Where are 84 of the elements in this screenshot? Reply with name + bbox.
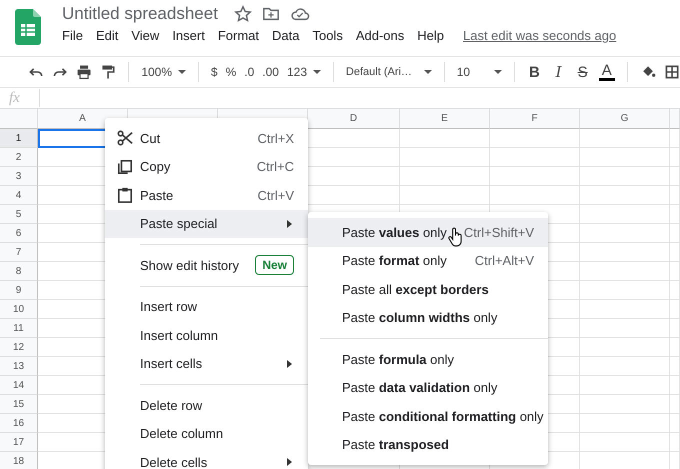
row-header[interactable]: 15 [0, 395, 38, 414]
row-header[interactable]: 13 [0, 357, 38, 376]
menu-item[interactable]: Insert cells [105, 350, 308, 378]
menu-item[interactable]: Format [218, 28, 259, 43]
row-header[interactable]: 14 [0, 376, 38, 395]
column-header[interactable]: E [400, 109, 490, 129]
menu-item[interactable]: View [131, 28, 160, 43]
caret-icon [494, 70, 502, 74]
borders-icon[interactable] [664, 63, 680, 81]
zoom-dropdown[interactable]: 100% [141, 65, 186, 79]
menu-item[interactable]: Paste formula only [308, 345, 548, 374]
menu-item[interactable]: Tools [312, 28, 343, 43]
submenu-arrow-icon [287, 220, 292, 228]
row-header[interactable]: 16 [0, 414, 38, 433]
row-header[interactable]: 12 [0, 338, 38, 357]
row-header[interactable]: 7 [0, 243, 38, 262]
row-header[interactable]: 18 [0, 452, 38, 469]
row-header[interactable]: 9 [0, 281, 38, 300]
text-color-button[interactable]: A [598, 64, 615, 80]
row-header[interactable]: 3 [0, 167, 38, 186]
submenu-arrow-icon [287, 458, 292, 466]
menu-item[interactable]: Paste all except borders [308, 275, 548, 304]
caret-icon [178, 70, 186, 74]
menu-item[interactable]: Insert row [105, 292, 308, 321]
menu-item[interactable]: Paste transposed [308, 430, 548, 459]
column-header[interactable] [670, 109, 680, 129]
menu-item[interactable]: Data [272, 28, 300, 43]
increase-decimals-button[interactable]: .00 [262, 65, 279, 79]
row-header[interactable]: 1 [0, 129, 38, 148]
row-header[interactable]: 10 [0, 300, 38, 319]
column-header[interactable]: G [580, 109, 670, 129]
number-format-dropdown[interactable]: 123 [286, 65, 322, 79]
font-dropdown[interactable]: Default (Ari… [346, 66, 432, 78]
star-icon[interactable] [234, 5, 252, 23]
menu-item[interactable]: Paste format only Ctrl+Alt+V [308, 246, 548, 275]
font-size-dropdown[interactable]: 10 [456, 65, 502, 79]
menu-item[interactable]: Paste Ctrl+V [105, 181, 308, 210]
menu-item[interactable]: Edit [96, 28, 118, 43]
row-header[interactable]: 4 [0, 186, 38, 205]
menu-item[interactable]: Paste data validation only [308, 374, 548, 402]
menu-item[interactable]: Copy Ctrl+C [105, 152, 308, 181]
folder-icon[interactable] [262, 5, 280, 23]
menu-item[interactable]: Help [417, 28, 444, 43]
copy-icon [117, 158, 133, 175]
new-badge: New [255, 255, 294, 276]
caret-icon [424, 70, 432, 74]
last-edit-link[interactable]: Last edit was seconds ago [463, 28, 616, 43]
spreadsheet-logo-icon[interactable] [15, 9, 41, 45]
print-icon[interactable] [76, 63, 92, 81]
strikethrough-button[interactable]: S [574, 64, 591, 80]
paint-format-icon[interactable] [100, 63, 116, 81]
currency-format-button[interactable]: $ [210, 65, 218, 79]
bold-button[interactable]: B [526, 64, 542, 80]
menu-item[interactable]: Delete row [105, 391, 308, 420]
row-header[interactable]: 6 [0, 224, 38, 243]
menu-item[interactable]: File [62, 28, 83, 43]
row-header[interactable]: 17 [0, 433, 38, 452]
hand-cursor-icon [448, 227, 463, 248]
column-header[interactable]: D [308, 109, 400, 129]
submenu-arrow-icon [287, 360, 292, 368]
menu-item[interactable]: Show edit history New [105, 251, 308, 280]
select-all-corner[interactable] [0, 109, 38, 129]
decrease-decimals-button[interactable]: .0 [244, 65, 254, 79]
menu-item[interactable]: Paste column widths only [308, 304, 548, 332]
caret-icon [313, 70, 322, 74]
menu-item[interactable]: Insert [172, 28, 205, 43]
menu-item[interactable]: Insert column [105, 321, 308, 350]
percent-format-button[interactable]: % [226, 65, 236, 79]
row-header[interactable]: 11 [0, 319, 38, 338]
menu-item[interactable]: Delete cells [105, 448, 308, 469]
italic-button[interactable]: I [550, 63, 567, 81]
document-title[interactable]: Untitled spreadsheet [62, 4, 218, 24]
row-header[interactable]: 8 [0, 262, 38, 281]
row-header[interactable]: 2 [0, 148, 38, 167]
formula-label: fx [8, 90, 21, 106]
column-header[interactable]: F [490, 109, 580, 129]
clipboard-icon [117, 187, 133, 204]
menu-item[interactable]: Add-ons [356, 28, 404, 43]
scissors-icon [117, 130, 133, 146]
menu-item[interactable]: Paste conditional formatting only [308, 402, 548, 430]
menu-item[interactable]: Delete column [105, 420, 308, 448]
menu-item[interactable]: Paste special [105, 210, 308, 238]
menu-item[interactable]: Paste values only Ctrl+Shift+V [308, 218, 548, 246]
row-header[interactable]: 5 [0, 205, 38, 224]
